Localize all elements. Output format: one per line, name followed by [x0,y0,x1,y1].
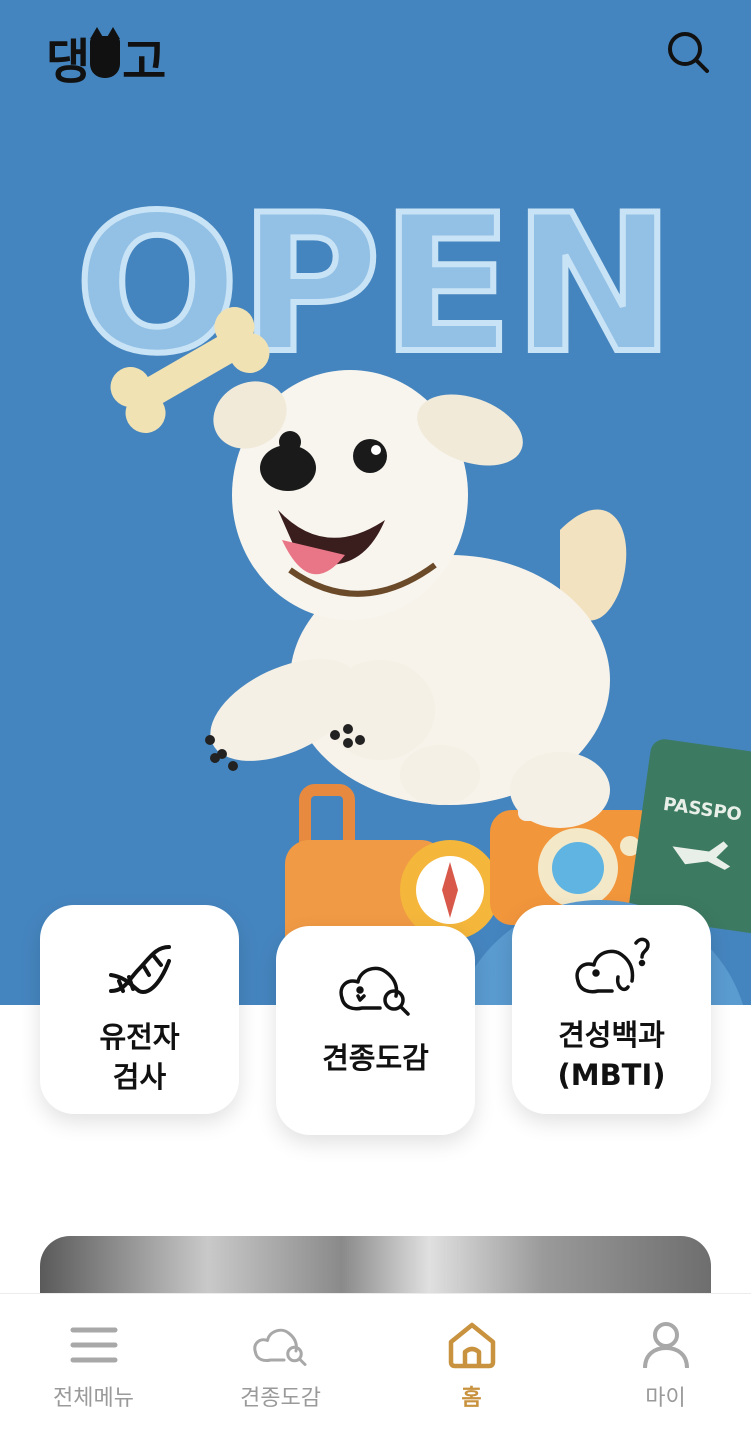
home-icon [448,1322,495,1369]
tab-breed-encyclopedia-label: 견종도감 [240,1386,321,1411]
open-balloon-text: OPEN [75,174,675,395]
breed-encyclopedia-label: 견종도감 [322,1041,429,1075]
dog-mbti-card[interactable]: 견성백과 (MBTI) [512,905,711,1114]
tab-breed-encyclopedia[interactable]: 견종도감 [187,1294,374,1441]
dna-icon [108,945,171,994]
logo-cat-icon [90,27,121,78]
tab-my[interactable]: 마이 [572,1294,751,1441]
breed-encyclopedia-card[interactable]: 견종도감 [276,926,475,1135]
dog-mbti-label: 견성백과 (MBTI) [557,1018,666,1092]
tab-my-label: 마이 [645,1386,686,1411]
dog-illustration [205,370,627,828]
hero-illustration: OPEN PASSPO [72,171,751,1005]
tab-all-menu-label: 전체메뉴 [53,1386,134,1411]
hamburger-icon [70,1327,117,1363]
tab-all-menu[interactable]: 전체메뉴 [0,1294,187,1441]
dog-question-icon [574,937,650,994]
compass-icon [400,840,500,940]
app-logo[interactable]: 댕 고 [46,22,166,92]
logo-text-right: 고 [122,34,166,90]
genetic-test-card[interactable]: 유전자 검사 [40,905,239,1114]
dog-search-icon [252,1328,306,1366]
genetic-test-label: 유전자 검사 [99,1020,180,1094]
search-icon[interactable] [664,28,712,76]
hero-banner[interactable]: 댕 고 OPEN PASSPO [0,0,751,1005]
person-icon [642,1322,689,1369]
bottom-tab-bar: 전체메뉴 견종도감 홈 마이 [0,1293,751,1441]
logo-text-left: 댕 [46,34,90,90]
tab-home-label: 홈 [461,1386,482,1411]
dog-search-icon [338,966,410,1016]
tab-home[interactable]: 홈 [378,1294,565,1441]
